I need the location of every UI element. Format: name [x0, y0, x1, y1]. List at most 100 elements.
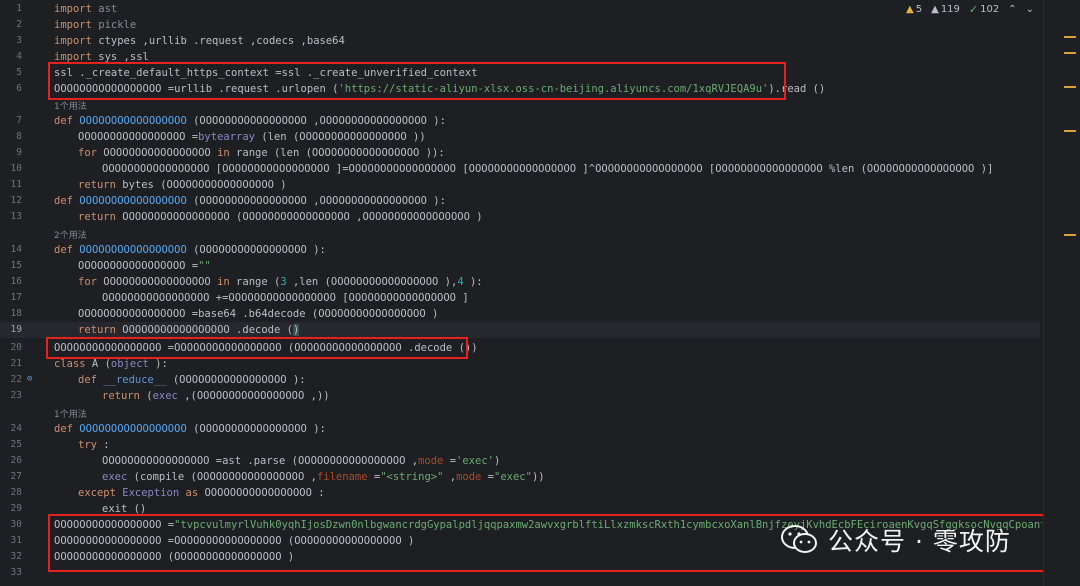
line-number: 26: [10, 455, 22, 466]
code-text: OOOOOOOOOOOOOOOOO [OOOOOOOOOOOOOOOOO ]=O…: [102, 163, 994, 175]
code-line-18[interactable]: 18 OOOOOOOOOOOOOOOOO =base64 .b64decode …: [0, 306, 1040, 322]
code-text: import ast: [54, 3, 118, 15]
line-number: 11: [10, 179, 22, 190]
highlight-box-decode-call: [46, 337, 468, 359]
code-text: exec (compile (OOOOOOOOOOOOOOOOO ,filena…: [102, 471, 545, 483]
code-text: return bytes (OOOOOOOOOOOOOOOOO ): [78, 179, 287, 191]
code-text: def OOOOOOOOOOOOOOOOO (OOOOOOOOOOOOOOOOO…: [54, 423, 326, 435]
line-number: 31: [10, 535, 22, 546]
line-number: 32: [10, 551, 22, 562]
code-line-15[interactable]: 15 OOOOOOOOOOOOOOOOO ="": [0, 258, 1040, 274]
code-text: OOOOOOOOOOOOOOOOO ="": [78, 260, 211, 272]
line-number: 23: [10, 390, 22, 401]
warnings-count[interactable]: ▲ 5: [906, 4, 922, 15]
code-line-19-current[interactable]: 19 return OOOOOOOOOOOOOOOOO .decode (): [0, 322, 1040, 339]
code-text: OOOOOOOOOOOOOOOOO =ast .parse (OOOOOOOOO…: [102, 455, 501, 467]
code-text: except Exception as OOOOOOOOOOOOOOOOO :: [78, 487, 325, 499]
code-text: def OOOOOOOOOOOOOOOOO (OOOOOOOOOOOOOOOOO…: [54, 115, 446, 127]
code-text: return (exec ,(OOOOOOOOOOOOOOOOO ,)): [102, 390, 330, 402]
warning-mark[interactable]: [1064, 130, 1076, 132]
code-line-9[interactable]: 9 for OOOOOOOOOOOOOOOOO in range (len (O…: [0, 145, 1040, 161]
inspection-status-widget[interactable]: ▲ 5 ▲ 119 ✓ 102 ⌃ ⌄: [906, 3, 1034, 16]
warning-mark[interactable]: [1064, 52, 1076, 54]
warning-mark[interactable]: [1064, 86, 1076, 88]
chevron-down-icon[interactable]: ⌄: [1026, 4, 1034, 15]
code-text: def __reduce__ (OOOOOOOOOOOOOOOOO ):: [78, 374, 306, 386]
line-number: 10: [10, 163, 22, 174]
line-number: 3: [16, 35, 22, 46]
code-text: OOOOOOOOOOOOOOOOO +=OOOOOOOOOOOOOOOOO [O…: [102, 292, 469, 304]
line-number: 28: [10, 487, 22, 498]
code-line-27[interactable]: 27 exec (compile (OOOOOOOOOOOOOOOOO ,fil…: [0, 469, 1040, 485]
code-text: try :: [78, 439, 110, 451]
override-gutter-icon[interactable]: ⊙: [27, 374, 32, 384]
line-number: 13: [10, 211, 22, 222]
line-number: 9: [16, 147, 22, 158]
weak-warning-icon: ▲: [931, 4, 939, 15]
warning-mark[interactable]: [1064, 234, 1076, 236]
typos-count[interactable]: ✓ 102: [969, 3, 999, 16]
line-number: 2: [16, 19, 22, 30]
watermark-text: 公众号 · 零攻防: [828, 527, 1011, 556]
code-line-3[interactable]: 3 import ctypes ,urllib .request ,codecs…: [0, 33, 1040, 49]
code-line-22[interactable]: 22 ⊙ def __reduce__ (OOOOOOOOOOOOOOOOO )…: [0, 372, 1040, 388]
usage-hint-row: 2个用法: [0, 226, 1040, 242]
warning-mark[interactable]: [1064, 36, 1076, 38]
warning-icon: ▲: [906, 4, 914, 15]
check-icon: ✓: [968, 3, 979, 16]
code-line-17[interactable]: 17 OOOOOOOOOOOOOOOOO +=OOOOOOOOOOOOOOOOO…: [0, 290, 1040, 306]
code-line-24[interactable]: 24 def OOOOOOOOOOOOOOOOO (OOOOOOOOOOOOOO…: [0, 421, 1040, 437]
chevron-up-icon[interactable]: ⌃: [1008, 4, 1016, 15]
line-number: 18: [10, 308, 22, 319]
line-number: 22: [10, 374, 22, 385]
code-line-11[interactable]: 11 return bytes (OOOOOOOOOOOOOOOOO ): [0, 177, 1040, 193]
code-text: return OOOOOOOOOOOOOOOOO (OOOOOOOOOOOOOO…: [78, 211, 483, 223]
line-number: 6: [16, 83, 22, 94]
usage-hint-row: 1个用法: [0, 405, 1040, 421]
line-number: 5: [16, 67, 22, 78]
code-text: OOOOOOOOOOOOOOOOO =base64 .b64decode (OO…: [78, 308, 439, 320]
code-line-7[interactable]: 7 def OOOOOOOOOOOOOOOOO (OOOOOOOOOOOOOOO…: [0, 113, 1040, 129]
code-line-1[interactable]: 1 import ast: [0, 1, 1040, 17]
code-line-12[interactable]: 12 def OOOOOOOOOOOOOOOOO (OOOOOOOOOOOOOO…: [0, 193, 1040, 209]
weak-warnings-count[interactable]: ▲ 119: [931, 4, 960, 15]
code-line-23[interactable]: 23 return (exec ,(OOOOOOOOOOOOOOOOO ,)): [0, 388, 1040, 404]
line-number: 27: [10, 471, 22, 482]
code-line-2[interactable]: 2 import pickle: [0, 17, 1040, 33]
line-number: 17: [10, 292, 22, 303]
code-editor[interactable]: 1 import ast 2 import pickle 3 import ct…: [0, 0, 1080, 586]
line-number: 16: [10, 276, 22, 287]
code-line-28[interactable]: 28 except Exception as OOOOOOOOOOOOOOOOO…: [0, 485, 1040, 501]
code-line-8[interactable]: 8 OOOOOOOOOOOOOOOOO =bytearray (len (OOO…: [0, 129, 1040, 145]
code-line-10[interactable]: 10 OOOOOOOOOOOOOOOOO [OOOOOOOOOOOOOOOOO …: [0, 161, 1040, 177]
code-text: for OOOOOOOOOOOOOOOOO in range (len (OOO…: [78, 147, 445, 159]
wechat-watermark: 公众号 · 零攻防: [780, 522, 1011, 558]
code-line-25[interactable]: 25 try :: [0, 437, 1040, 453]
line-number: 15: [10, 260, 22, 271]
usage-hint[interactable]: 2个用法: [54, 228, 87, 241]
usage-hint[interactable]: 1个用法: [54, 99, 87, 112]
line-number: 8: [16, 131, 22, 142]
code-text: import ctypes ,urllib .request ,codecs ,…: [54, 35, 345, 47]
line-number: 4: [16, 51, 22, 62]
code-line-13[interactable]: 13 return OOOOOOOOOOOOOOOOO (OOOOOOOOOOO…: [0, 209, 1040, 225]
line-number: 24: [10, 423, 22, 434]
highlight-box-url-download: [48, 62, 786, 100]
code-text: return OOOOOOOOOOOOOOOOO .decode (): [78, 324, 300, 336]
usage-hint[interactable]: 1个用法: [54, 407, 87, 420]
line-number: 7: [16, 115, 22, 126]
code-line-26[interactable]: 26 OOOOOOOOOOOOOOOOO =ast .parse (OOOOOO…: [0, 453, 1040, 469]
line-number: 1: [16, 3, 22, 14]
code-text: OOOOOOOOOOOOOOOOO =bytearray (len (OOOOO…: [78, 131, 426, 143]
line-number: 30: [10, 519, 22, 530]
line-number: 19: [10, 324, 22, 335]
wechat-logo-icon: [781, 525, 817, 553]
error-stripe-scrollbar[interactable]: [1043, 0, 1080, 586]
code-line-16[interactable]: 16 for OOOOOOOOOOOOOOOOO in range (3 ,le…: [0, 274, 1040, 290]
code-text: def OOOOOOOOOOOOOOOOO (OOOOOOOOOOOOOOOOO…: [54, 195, 446, 207]
line-number: 25: [10, 439, 22, 450]
line-number: 12: [10, 195, 22, 206]
code-text: import pickle: [54, 19, 137, 31]
code-line-14[interactable]: 14 def OOOOOOOOOOOOOOOOO (OOOOOOOOOOOOOO…: [0, 242, 1040, 258]
line-number: 29: [10, 503, 22, 514]
